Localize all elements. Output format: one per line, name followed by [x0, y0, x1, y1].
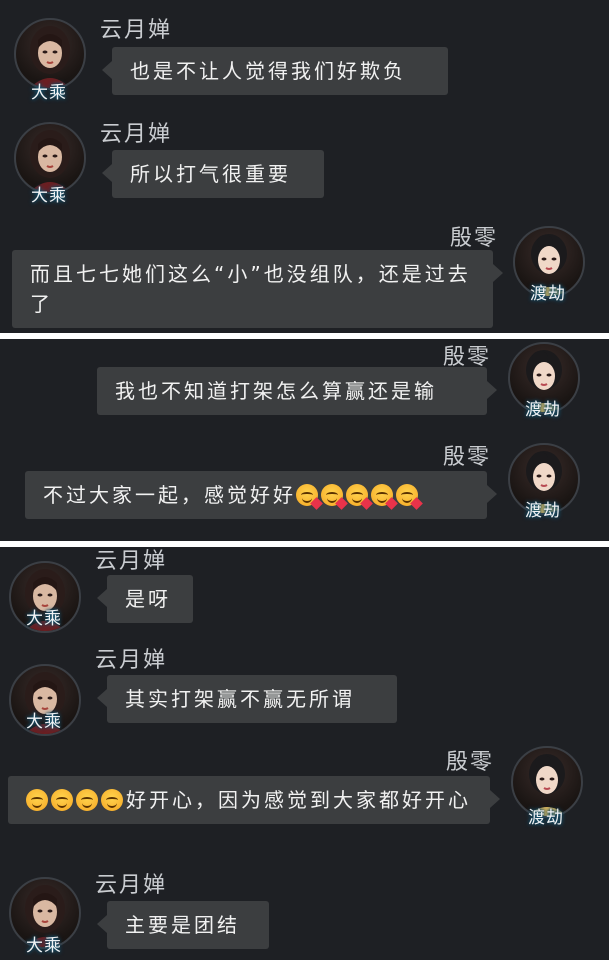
rank-label: 大乘: [31, 83, 67, 103]
chat-panel-3: 大乘 云月婵 是呀 大乘 云月婵 其实打架赢不赢无所谓 殷零 渡劫 好开心，因为…: [0, 547, 609, 960]
message-bubble[interactable]: 其实打架赢不赢无所谓: [97, 675, 397, 723]
smiling-face-with-hearts-icon: [101, 789, 123, 811]
smiling-face-with-hearts-icon: [346, 484, 373, 510]
sender-name: 云月婵: [95, 873, 168, 898]
message-text: 而且七七她们这么“小”也没组队，还是过去了: [30, 262, 471, 316]
sender-name: 殷零: [450, 226, 499, 251]
smiling-face-with-hearts-icon: [26, 789, 48, 811]
rank-label: 渡劫: [525, 501, 561, 521]
message-text: 不过大家一起，感觉好好: [43, 483, 296, 507]
message-text: 我也不知道打架怎么算赢还是输: [115, 379, 437, 403]
message-text: 是呀: [125, 587, 171, 611]
message-bubble[interactable]: 所以打气很重要: [102, 150, 324, 198]
rank-label: 渡劫: [530, 284, 566, 304]
message-bubble[interactable]: 我也不知道打架怎么算赢还是输: [97, 367, 497, 415]
message-bubble[interactable]: 好开心，因为感觉到大家都好开心: [8, 776, 500, 824]
smiling-face-with-hearts-icon: [296, 484, 323, 510]
sender-name: 云月婵: [100, 18, 173, 43]
message-bubble[interactable]: 也是不让人觉得我们好欺负: [102, 47, 448, 95]
rank-label: 大乘: [26, 712, 62, 732]
sender-name: 云月婵: [95, 648, 168, 673]
message-text: 好开心，因为感觉到大家都好开心: [126, 788, 471, 812]
smiling-face-with-hearts-icon: [76, 789, 98, 811]
smiling-face-with-hearts-icon: [371, 484, 398, 510]
rank-label: 大乘: [31, 186, 67, 206]
message-text: 也是不让人觉得我们好欺负: [130, 59, 406, 83]
smiling-face-with-hearts-icon: [396, 484, 423, 510]
sender-name: 云月婵: [95, 549, 168, 574]
rank-label: 大乘: [26, 609, 62, 629]
message-text: 主要是团结: [125, 913, 240, 937]
rank-label: 渡劫: [528, 808, 564, 828]
message-bubble[interactable]: 是呀: [97, 575, 193, 623]
smiling-face-with-hearts-icon: [321, 484, 348, 510]
message-text: 所以打气很重要: [130, 162, 291, 186]
chat-panel-2: 殷零 渡劫 我也不知道打架怎么算赢还是输 殷零 渡劫 不过大家一起，感觉好好: [0, 339, 609, 541]
message-bubble[interactable]: 而且七七她们这么“小”也没组队，还是过去了: [12, 250, 503, 328]
message-text: 其实打架赢不赢无所谓: [125, 687, 355, 711]
rank-label: 渡劫: [525, 400, 561, 420]
smiling-face-with-hearts-icon: [51, 789, 73, 811]
sender-name: 殷零: [443, 445, 492, 470]
sender-name: 云月婵: [100, 122, 173, 147]
rank-label: 大乘: [26, 936, 62, 956]
message-bubble[interactable]: 不过大家一起，感觉好好: [25, 471, 497, 519]
sender-name: 殷零: [446, 750, 495, 775]
message-bubble[interactable]: 主要是团结: [97, 901, 269, 949]
chat-panel-1: 大乘 云月婵 也是不让人觉得我们好欺负 大乘 云月婵 所以打气很重要 殷零 渡劫…: [0, 0, 609, 333]
